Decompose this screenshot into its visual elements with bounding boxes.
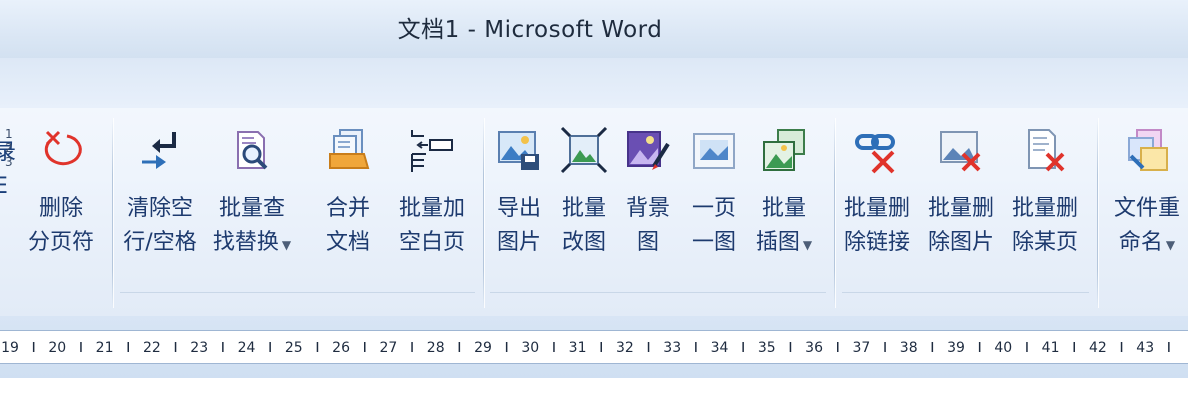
- delete-page-break-button[interactable]: 删除 分页符: [22, 120, 100, 270]
- label-line2: 除图片: [927, 230, 994, 255]
- group-separator: [112, 118, 114, 308]
- enter-arrow-icon: [142, 132, 176, 169]
- group-footer-line: [842, 292, 1089, 293]
- ruler-number: 20: [48, 340, 66, 356]
- batch-find-replace-button[interactable]: 批量查 找替换 ▼: [213, 120, 291, 270]
- dropdown-arrow-icon[interactable]: ▼: [1166, 238, 1175, 252]
- ruler-number: 35: [758, 340, 776, 356]
- label-line1: 批量: [761, 196, 806, 221]
- single-image-icon: [693, 133, 735, 169]
- button-label: 合并 文档: [303, 192, 393, 260]
- horizontal-ruler[interactable]: 19 20 21 22 23 24 25 26 27 28 29 30 31 32 33 34 35 36 37 38…: [0, 330, 1188, 364]
- ruler-number: 31: [569, 340, 587, 356]
- label-line1: 批量删: [927, 196, 994, 221]
- add-blank-page-icon: [411, 130, 453, 172]
- ruler-number: 33: [663, 340, 681, 356]
- ruler-scale: 19 20 21 22 23 24 25 26 27 28 29 30 31 32 33 34 35 36 37 38…: [1, 340, 1170, 356]
- svg-text:3: 3: [5, 155, 13, 169]
- label-line1: 删除: [38, 196, 83, 221]
- ruler-number: 39: [947, 340, 965, 356]
- ruler-number: 34: [711, 340, 729, 356]
- batch-delete-pages-button[interactable]: 批量删 除某页: [1006, 120, 1084, 270]
- svg-text:1: 1: [5, 127, 13, 141]
- ruler-number: 37: [852, 340, 870, 356]
- rename-files-button[interactable]: 文件重 命名 ▼: [1108, 120, 1186, 270]
- ruler-number: 43: [1136, 340, 1154, 356]
- ruler-number: 36: [805, 340, 823, 356]
- group-footer-line: [120, 292, 475, 293]
- partial-label-line2: E: [0, 174, 8, 199]
- batch-insert-images-button[interactable]: 批量 插图 ▼: [745, 120, 823, 270]
- label-line2: 除某页: [1011, 230, 1078, 255]
- label-line2: 找替换: [212, 230, 279, 255]
- button-label: 删除 分页符: [16, 192, 106, 260]
- button-label: 清除空 行/空格: [115, 192, 205, 260]
- batch-add-blank-page-button[interactable]: 批量加 空白页: [393, 120, 471, 270]
- button-label: 文件重 命名 ▼: [1102, 192, 1188, 262]
- ruler-number: 23: [190, 340, 208, 356]
- group-footer-line: [490, 292, 826, 293]
- label-line1: 批量加: [398, 196, 465, 221]
- button-label: 批量查 找替换 ▼: [207, 192, 297, 262]
- document-area[interactable]: [0, 378, 1188, 394]
- ruler-number: 30: [521, 340, 539, 356]
- insert-images-icon: [763, 129, 805, 171]
- ruler-number: 27: [379, 340, 397, 356]
- window-title: 文档1 - Microsoft Word: [397, 17, 663, 43]
- merge-docs-button[interactable]: 合并 文档: [309, 120, 387, 270]
- numbered-list-icon: 1 2 3: [5, 127, 13, 169]
- ruler-number: 28: [427, 340, 445, 356]
- label-line2: 除链接: [843, 230, 910, 255]
- batch-delete-links-button[interactable]: 批量删 除链接: [838, 120, 916, 270]
- ruler-number: 40: [994, 340, 1012, 356]
- ruler-number: 25: [285, 340, 303, 356]
- dropdown-arrow-icon[interactable]: ▼: [282, 238, 291, 252]
- resize-image-icon: [560, 126, 608, 174]
- ruler-number: 26: [332, 340, 350, 356]
- rename-files-icon: [1128, 129, 1168, 171]
- ribbon-tab-area: [0, 58, 1188, 108]
- svg-text:2: 2: [5, 141, 13, 155]
- delete-page-icon: [1028, 129, 1065, 172]
- button-label: 批量删 除某页: [1000, 192, 1090, 260]
- dropdown-arrow-icon[interactable]: ▼: [803, 238, 812, 252]
- label-line1: 合并: [325, 196, 370, 221]
- label-line2: 行/空格: [123, 230, 197, 255]
- group-separator: [1097, 118, 1099, 308]
- ruler-number: 42: [1089, 340, 1107, 356]
- find-replace-icon: [237, 131, 268, 170]
- ruler-number: 32: [616, 340, 634, 356]
- button-label: 批量 插图 ▼: [739, 192, 829, 262]
- button-label: 批量加 空白页: [387, 192, 477, 260]
- button-label: 批量删 除图片: [916, 192, 1006, 260]
- label-line2: 空白页: [398, 230, 465, 255]
- label-line2: 插图: [755, 230, 800, 255]
- ruler-number: 22: [143, 340, 161, 356]
- clear-blank-lines-button[interactable]: 清除空 行/空格: [121, 120, 199, 270]
- export-image-icon: [498, 131, 539, 170]
- ruler-number: 38: [900, 340, 918, 356]
- label-line2: 文档: [325, 230, 370, 255]
- label-line1: 批量查: [218, 196, 285, 221]
- button-label: 批量删 除链接: [832, 192, 922, 260]
- background-image-icon: [627, 131, 670, 170]
- label-line2: 命名: [1118, 230, 1163, 255]
- ruler-number: 41: [1042, 340, 1060, 356]
- label-line1: 文件重: [1113, 196, 1180, 221]
- ruler-number: 21: [96, 340, 114, 356]
- ruler-number: 29: [474, 340, 492, 356]
- batch-delete-images-button[interactable]: 批量删 除图片: [922, 120, 1000, 270]
- label-line1: 批量删: [1011, 196, 1078, 221]
- ruler-number: 24: [238, 340, 256, 356]
- ruler-number: 19: [1, 340, 19, 356]
- label-line1: 批量删: [843, 196, 910, 221]
- horizontal-ruler-area: 19 20 21 22 23 24 25 26 27 28 29 30 31 32 33 34 35 36 37 38…: [0, 316, 1188, 378]
- delete-image-icon: [940, 131, 981, 172]
- delete-page-break-icon: [44, 130, 82, 166]
- title-bar: 文档1 - Microsoft Word: [0, 0, 1188, 58]
- delete-link-icon: [855, 134, 895, 174]
- label-line1: 清除空: [126, 196, 193, 221]
- label-line2: 分页符: [27, 230, 94, 255]
- merge-docs-icon: [329, 129, 370, 169]
